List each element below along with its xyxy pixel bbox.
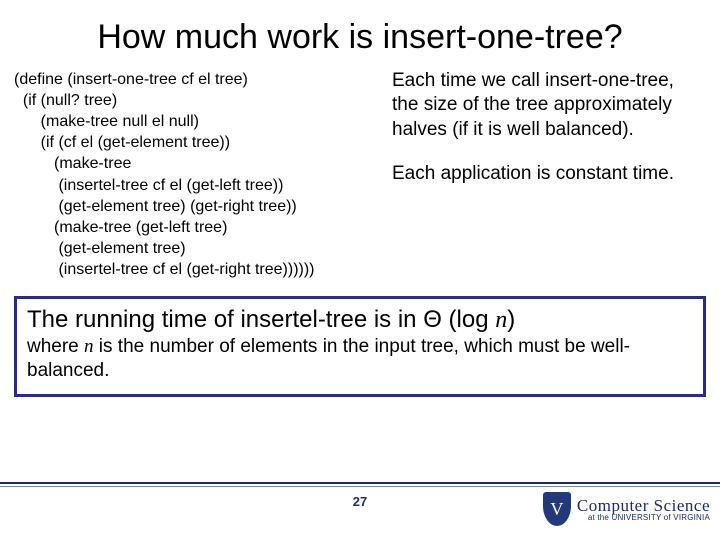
conclusion-line2: where n is the number of elements in the…: [27, 335, 693, 384]
conclusion-text: ): [507, 306, 515, 333]
logo-line2: at the UNIVERSITY of VIRGINIA: [577, 514, 710, 522]
theta-symbol: Θ: [423, 306, 442, 333]
logo-text: Computer Science at the UNIVERSITY of VI…: [577, 497, 710, 522]
footer: 27 V Computer Science at the UNIVERSITY …: [0, 482, 720, 540]
footer-rule: [0, 486, 720, 487]
content-columns: (define (insert-one-tree cf el tree) (if…: [0, 61, 720, 280]
explanation-p1: Each time we call insert-one-tree, the s…: [392, 69, 702, 142]
code-block: (define (insert-one-tree cf el tree) (if…: [14, 69, 384, 280]
conclusion-text: (log: [442, 306, 495, 333]
conclusion-box: The running time of insertel-tree is in …: [14, 296, 706, 397]
explanation: Each time we call insert-one-tree, the s…: [392, 69, 702, 280]
conclusion-text: is the number of elements in the input t…: [27, 336, 630, 381]
logo: V Computer Science at the UNIVERSITY of …: [543, 492, 710, 526]
conclusion-text: where: [27, 336, 84, 357]
conclusion-line1: The running time of insertel-tree is in …: [27, 305, 693, 335]
variable-n: n: [84, 336, 94, 357]
shield-icon: V: [543, 492, 571, 526]
variable-n: n: [495, 307, 507, 333]
explanation-p2: Each application is constant time.: [392, 162, 702, 186]
conclusion-text: The running time of insertel-tree is in: [27, 306, 423, 333]
logo-line1: Computer Science: [577, 497, 710, 514]
slide-title: How much work is insert-one-tree?: [0, 0, 720, 61]
